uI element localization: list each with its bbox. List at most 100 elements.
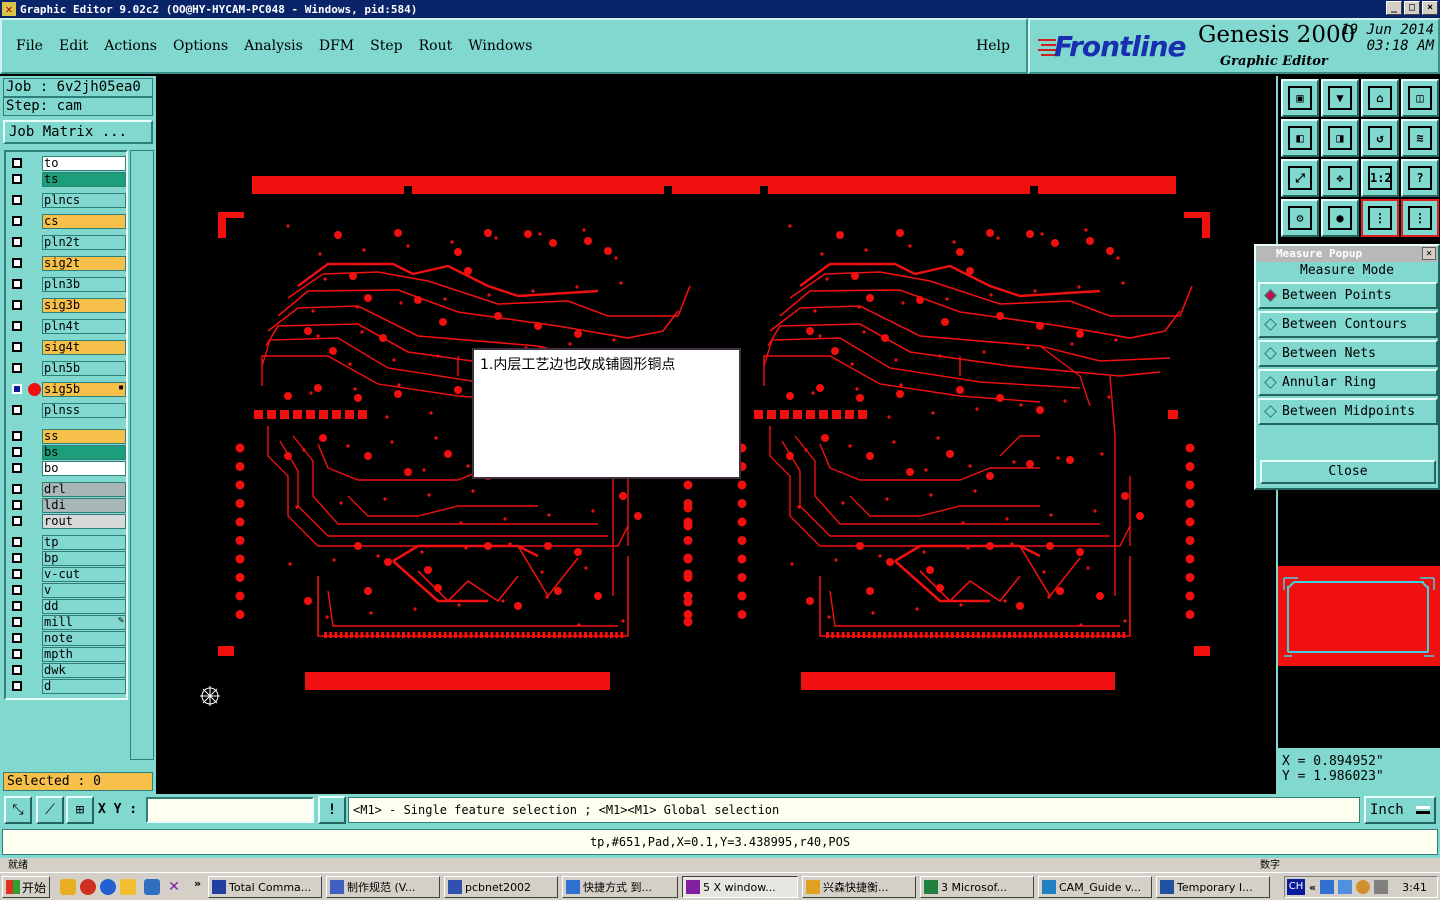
measure-option-between-midpoints[interactable]: Between Midpoints bbox=[1258, 398, 1438, 425]
layer-name[interactable]: ts bbox=[42, 172, 126, 187]
pan-right-button[interactable]: ◨ bbox=[1321, 119, 1359, 157]
layer-checkbox[interactable] bbox=[12, 463, 22, 473]
measure-tool-button[interactable]: ⟋ bbox=[36, 796, 64, 824]
taskbar-task[interactable]: 5 X window... bbox=[682, 876, 798, 898]
layer-row-cs[interactable]: cs bbox=[8, 214, 126, 229]
taskbar-task[interactable]: CAM_Guide v... bbox=[1038, 876, 1152, 898]
network-icon[interactable] bbox=[1320, 880, 1335, 894]
layer-name[interactable]: cs bbox=[42, 214, 126, 229]
layer-name[interactable]: tp bbox=[42, 535, 126, 550]
layer-name[interactable]: ss bbox=[42, 429, 126, 444]
layer-checkbox[interactable] bbox=[12, 321, 22, 331]
layer-row-d[interactable]: d bbox=[8, 679, 126, 694]
quicklaunch-x-icon[interactable]: ✕ bbox=[166, 879, 182, 895]
layers-button[interactable]: ⋮ bbox=[1401, 199, 1439, 237]
layer-name[interactable]: note bbox=[42, 631, 126, 646]
layer-row-bo[interactable]: bo bbox=[8, 461, 126, 476]
layer-row-to[interactable]: to bbox=[8, 156, 126, 171]
layer-checkbox[interactable] bbox=[12, 649, 22, 659]
layer-checkbox[interactable] bbox=[12, 405, 22, 415]
minimize-button[interactable]: _ bbox=[1386, 1, 1402, 15]
taskbar-task[interactable]: pcbnet2002 bbox=[444, 876, 558, 898]
taskbar-task[interactable]: 制作规范 (V... bbox=[326, 876, 440, 898]
layer-list-scrollbar[interactable] bbox=[130, 150, 154, 760]
layer-row-pln3b[interactable]: pln3b bbox=[8, 277, 126, 292]
volume-icon[interactable] bbox=[1374, 880, 1389, 894]
layer-name[interactable]: sig4t bbox=[42, 340, 126, 355]
layer-checkbox[interactable] bbox=[12, 258, 22, 268]
layer-row-ts[interactable]: ts bbox=[8, 172, 126, 187]
center-button[interactable]: ✥ bbox=[1321, 159, 1359, 197]
layer-checkbox[interactable] bbox=[12, 431, 22, 441]
measure-close-button[interactable]: Close bbox=[1260, 460, 1436, 484]
zoom-in-button[interactable]: ▼ bbox=[1321, 79, 1359, 117]
layer-row-ldi[interactable]: ldi bbox=[8, 498, 126, 513]
layer-checkbox[interactable] bbox=[12, 279, 22, 289]
layer-checkbox[interactable] bbox=[12, 384, 22, 394]
layer-name[interactable]: pln5b bbox=[42, 361, 126, 376]
layer-checkbox[interactable] bbox=[12, 617, 22, 627]
layer-checkbox[interactable] bbox=[12, 174, 22, 184]
layer-row-sig4t[interactable]: sig4t bbox=[8, 340, 126, 355]
snap-button[interactable]: ≋ bbox=[1401, 119, 1439, 157]
layer-checkbox[interactable] bbox=[12, 500, 22, 510]
quicklaunch-browser-icon[interactable] bbox=[80, 879, 96, 895]
menu-edit[interactable]: Edit bbox=[59, 38, 88, 54]
quicklaunch-clock-icon[interactable] bbox=[120, 879, 136, 895]
layer-checkbox[interactable] bbox=[12, 633, 22, 643]
step-preview[interactable] bbox=[1278, 566, 1440, 666]
layer-checkbox[interactable] bbox=[12, 585, 22, 595]
menu-dfm[interactable]: DFM bbox=[319, 38, 354, 54]
help-button[interactable]: ? bbox=[1401, 159, 1439, 197]
measure-option-between-contours[interactable]: Between Contours bbox=[1258, 311, 1438, 338]
layer-row-dd[interactable]: dd bbox=[8, 599, 126, 614]
layer-name[interactable]: to bbox=[42, 156, 126, 171]
layer-checkbox[interactable] bbox=[12, 158, 22, 168]
layer-name[interactable]: v bbox=[42, 583, 126, 598]
layer-name[interactable]: pln4t bbox=[42, 319, 126, 334]
menu-file[interactable]: File bbox=[16, 38, 43, 54]
layer-name[interactable]: sig3b bbox=[42, 298, 126, 313]
menu-analysis[interactable]: Analysis bbox=[244, 38, 303, 54]
menu-actions[interactable]: Actions bbox=[104, 38, 157, 54]
layer-name[interactable]: bp bbox=[42, 551, 126, 566]
grid-button[interactable]: ⊞ bbox=[66, 796, 94, 824]
zoom-home-button[interactable]: ▣ bbox=[1281, 79, 1319, 117]
layer-row-ss[interactable]: ss bbox=[8, 429, 126, 444]
layer-checkbox[interactable] bbox=[12, 537, 22, 547]
layer-checkbox[interactable] bbox=[12, 601, 22, 611]
layer-checkbox[interactable] bbox=[12, 447, 22, 457]
quicklaunch-app-icon[interactable] bbox=[60, 879, 76, 895]
layer-name[interactable]: dwk bbox=[42, 663, 126, 678]
security-icon[interactable] bbox=[1356, 880, 1371, 894]
layer-name[interactable]: sig5b bbox=[42, 382, 126, 397]
layer-row-bs[interactable]: bs bbox=[8, 445, 126, 460]
scale-button[interactable]: 1:2 bbox=[1361, 159, 1399, 197]
layer-row-mpth[interactable]: mpth bbox=[8, 647, 126, 662]
layer-name[interactable]: drl bbox=[42, 482, 126, 497]
window-button[interactable]: ◫ bbox=[1401, 79, 1439, 117]
taskbar-task[interactable]: Total Comma... bbox=[208, 876, 322, 898]
quicklaunch-more-icon[interactable]: » bbox=[194, 877, 201, 890]
layer-row-mill[interactable]: mill ✎ bbox=[8, 615, 126, 630]
settings-button[interactable]: ⚙ bbox=[1281, 199, 1319, 237]
layer-name[interactable]: bs bbox=[42, 445, 126, 460]
layer-name[interactable]: v-cut bbox=[42, 567, 126, 582]
taskbar-task[interactable]: 兴森快捷衡... bbox=[802, 876, 916, 898]
layer-name[interactable]: plncs bbox=[42, 193, 126, 208]
layer-checkbox[interactable] bbox=[12, 665, 22, 675]
measure-close-icon[interactable]: ✕ bbox=[1422, 247, 1436, 260]
feature-button[interactable]: ● bbox=[1321, 199, 1359, 237]
home-button[interactable]: ⌂ bbox=[1361, 79, 1399, 117]
layer-row-v[interactable]: v bbox=[8, 583, 126, 598]
layer-checkbox[interactable] bbox=[12, 342, 22, 352]
layer-row-rout[interactable]: rout bbox=[8, 514, 126, 529]
layer-checkbox[interactable] bbox=[12, 681, 22, 691]
layer-checkbox[interactable] bbox=[12, 300, 22, 310]
layer-checkbox[interactable] bbox=[12, 484, 22, 494]
taskbar-task[interactable]: 快捷方式 到... bbox=[562, 876, 678, 898]
quicklaunch-tool-icon[interactable] bbox=[144, 879, 160, 895]
layer-row-bp[interactable]: bp bbox=[8, 551, 126, 566]
layer-row-sig3b[interactable]: sig3b bbox=[8, 298, 126, 313]
close-window-button[interactable]: × bbox=[1422, 1, 1438, 15]
